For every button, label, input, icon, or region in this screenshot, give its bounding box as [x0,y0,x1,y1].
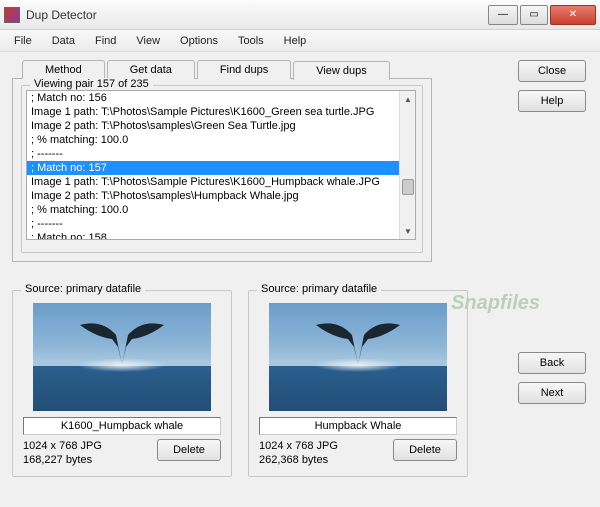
preview-1-source: Source: primary datafile [21,283,145,295]
list-line[interactable]: ; Match no: 158 [27,231,415,240]
menu-view[interactable]: View [126,33,170,49]
list-line[interactable]: ; ------- [27,147,415,161]
preview-1-filename: K1600_Humpback whale [23,417,221,435]
menu-file[interactable]: File [4,33,42,49]
whale-tail-icon [72,315,172,370]
client-area: Method Get data Find dups View dups View… [0,52,600,507]
window-title: Dup Detector [26,8,486,22]
preview-1-size: 168,227 bytes [23,453,102,467]
preview-2-dims: 1024 x 768 JPG [259,439,338,453]
menubar: File Data Find View Options Tools Help [0,30,600,52]
next-button[interactable]: Next [518,382,586,404]
preview-2-filename: Humpback Whale [259,417,457,435]
list-line[interactable]: ; Match no: 156 [27,91,415,105]
app-icon [4,7,20,23]
scroll-up-icon[interactable]: ▲ [400,91,416,107]
list-line[interactable]: Image 1 path: T:\Photos\Sample Pictures\… [27,105,415,119]
whale-tail-icon [308,315,408,370]
match-listbox[interactable]: ; Match no: 156Image 1 path: T:\Photos\S… [26,90,416,240]
back-button[interactable]: Back [518,352,586,374]
preview-1-meta: 1024 x 768 JPG 168,227 bytes [23,439,102,468]
list-line[interactable]: Image 1 path: T:\Photos\Sample Pictures\… [27,175,415,189]
tab-panel: Viewing pair 157 of 235 ; Match no: 156I… [12,78,432,262]
nav-buttons: Back Next [518,352,586,404]
viewing-groupbox: Viewing pair 157 of 235 ; Match no: 156I… [21,85,423,253]
maximize-button[interactable]: ▭ [520,5,548,25]
side-buttons: Close Help [518,60,586,112]
menu-help[interactable]: Help [274,33,317,49]
minimize-button[interactable]: — [488,5,518,25]
viewing-legend: Viewing pair 157 of 235 [30,78,153,90]
list-line[interactable]: ; ------- [27,217,415,231]
tab-find-dups[interactable]: Find dups [197,60,291,79]
menu-tools[interactable]: Tools [228,33,274,49]
preview-1: Source: primary datafile K1600_Humpback … [12,290,232,477]
preview-1-dims: 1024 x 768 JPG [23,439,102,453]
preview-2: Source: primary datafile Humpback Whale … [248,290,468,477]
preview-2-image [269,303,447,411]
list-line[interactable]: Image 2 path: T:\Photos\samples\Humpback… [27,189,415,203]
help-button[interactable]: Help [518,90,586,112]
tab-method[interactable]: Method [22,60,105,79]
preview-2-source: Source: primary datafile [257,283,381,295]
menu-find[interactable]: Find [85,33,126,49]
preview-2-delete-button[interactable]: Delete [393,439,457,461]
window-controls: — ▭ ✕ [486,5,596,25]
titlebar: Dup Detector — ▭ ✕ [0,0,600,30]
scroll-thumb[interactable] [402,179,414,195]
list-line[interactable]: ; Match no: 157 [27,161,415,175]
scroll-down-icon[interactable]: ▼ [400,223,416,239]
tab-get-data[interactable]: Get data [107,60,195,79]
list-line[interactable]: ; % matching: 100.0 [27,203,415,217]
list-line[interactable]: ; % matching: 100.0 [27,133,415,147]
tab-view-dups[interactable]: View dups [293,61,390,80]
menu-options[interactable]: Options [170,33,228,49]
tab-strip: Method Get data Find dups View dups [22,60,588,79]
preview-2-meta: 1024 x 768 JPG 262,368 bytes [259,439,338,468]
preview-row: Source: primary datafile K1600_Humpback … [12,290,588,477]
preview-2-size: 262,368 bytes [259,453,338,467]
window-close-button[interactable]: ✕ [550,5,596,25]
preview-1-image [33,303,211,411]
list-line[interactable]: Image 2 path: T:\Photos\samples\Green Se… [27,119,415,133]
close-button[interactable]: Close [518,60,586,82]
preview-1-delete-button[interactable]: Delete [157,439,221,461]
menu-data[interactable]: Data [42,33,85,49]
listbox-scrollbar[interactable]: ▲ ▼ [399,91,415,239]
